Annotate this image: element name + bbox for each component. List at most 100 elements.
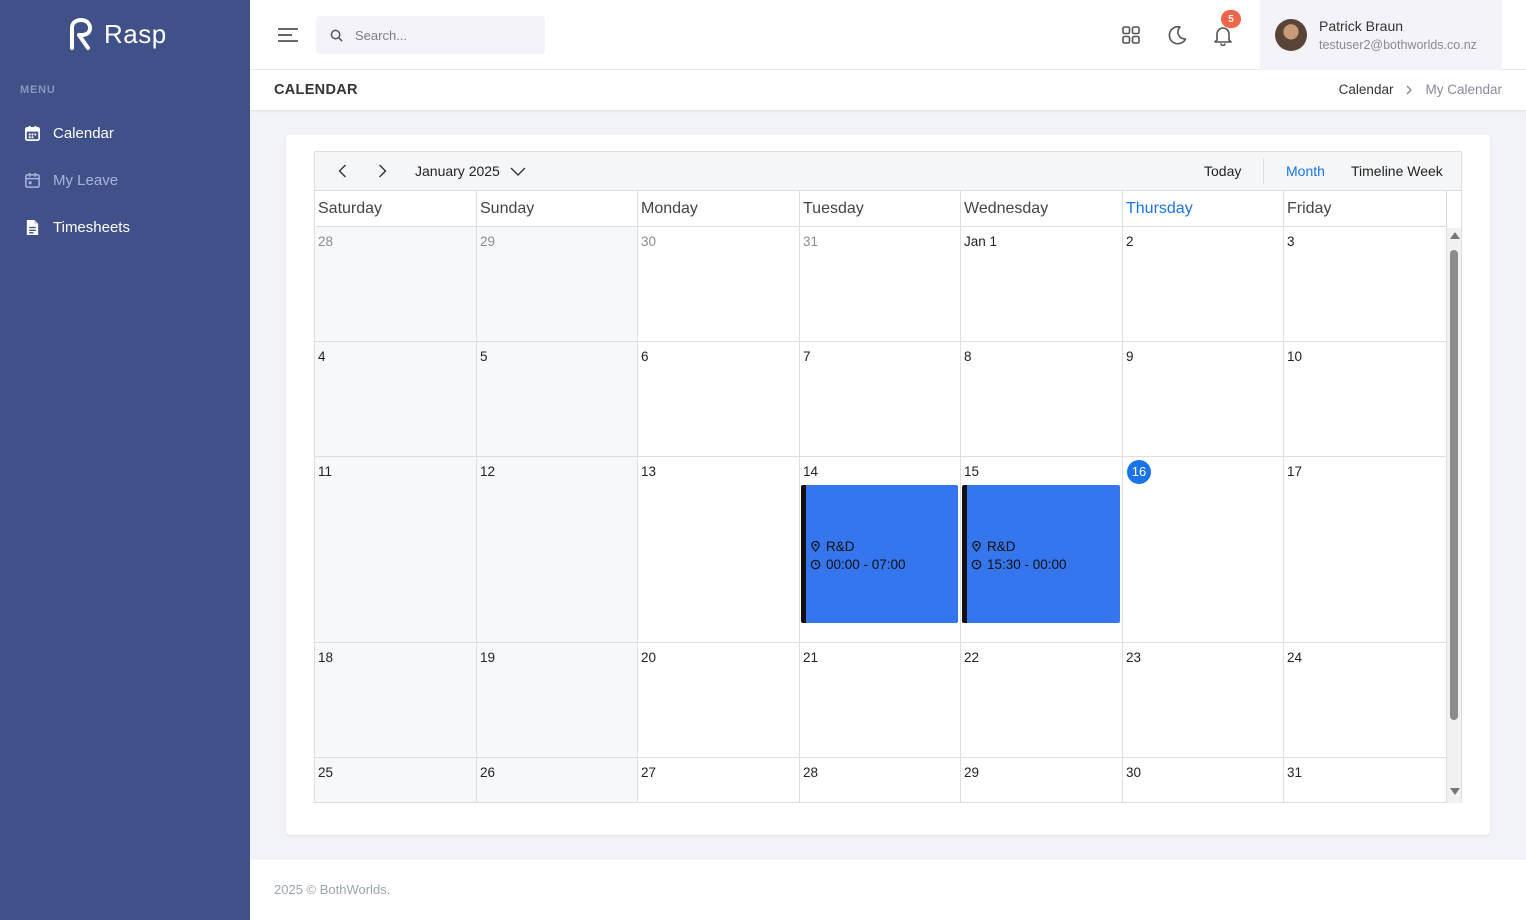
topbar: 5 Patrick Braun testuser2@bothworlds.co.…: [250, 0, 1526, 70]
calendar-toolbar: January 2025 Today Month Timeline Week: [315, 152, 1461, 191]
day-number: 17: [1287, 464, 1303, 479]
sidebar-item-calendar[interactable]: Calendar: [0, 110, 250, 157]
calendar-event[interactable]: R&D 15:30 - 00:00: [962, 485, 1120, 623]
calendar: January 2025 Today Month Timeline Week S…: [314, 151, 1462, 803]
day-cell[interactable]: 18: [315, 643, 477, 758]
calendar-scrollbar[interactable]: [1447, 228, 1461, 803]
day-cell[interactable]: 23: [1123, 643, 1284, 758]
menu-title: MENU: [20, 84, 56, 96]
day-cell[interactable]: 4: [315, 342, 477, 457]
day-number: 18: [318, 650, 334, 665]
clock-icon: [971, 559, 982, 569]
day-cell[interactable]: 24: [1284, 643, 1447, 758]
location-pin-icon: [811, 540, 820, 552]
period-label: January 2025: [415, 163, 500, 179]
day-cell[interactable]: 29: [477, 227, 638, 342]
breadcrumb-current: My Calendar: [1425, 82, 1502, 97]
event-location: R&D: [810, 537, 958, 555]
day-cell[interactable]: 17: [1284, 457, 1447, 643]
weekday-header-saturday: Saturday: [315, 191, 477, 227]
search-box: [316, 16, 545, 54]
day-cell[interactable]: 20: [638, 643, 800, 758]
day-cell[interactable]: 11: [315, 457, 477, 643]
scroll-down-arrow[interactable]: [1450, 788, 1460, 795]
day-cell[interactable]: 19: [477, 643, 638, 758]
clock-icon: [810, 559, 821, 569]
day-cell[interactable]: Jan 1: [961, 227, 1123, 342]
day-cell[interactable]: 28: [800, 758, 961, 803]
moon-icon[interactable]: [1166, 24, 1188, 46]
day-number: 29: [480, 234, 496, 249]
day-cell[interactable]: 22: [961, 643, 1123, 758]
next-month-button[interactable]: [374, 163, 390, 179]
day-cell[interactable]: 21: [800, 643, 961, 758]
day-cell[interactable]: 16: [1123, 457, 1284, 643]
search-input[interactable]: [355, 27, 525, 43]
day-number: 30: [1126, 765, 1142, 780]
day-cell[interactable]: 10: [1284, 342, 1447, 457]
day-number: 14: [803, 464, 819, 479]
today-button[interactable]: Today: [1204, 163, 1241, 179]
weekday-header-tuesday: Tuesday: [800, 191, 961, 227]
day-number: 31: [803, 234, 819, 249]
location-pin-icon: [972, 540, 981, 552]
day-cell[interactable]: 6: [638, 342, 800, 457]
scroll-up-arrow[interactable]: [1450, 232, 1460, 239]
day-cell[interactable]: 31: [1284, 758, 1447, 803]
day-cell[interactable]: 27: [638, 758, 800, 803]
calendar-event[interactable]: R&D 00:00 - 07:00: [801, 485, 958, 623]
day-cell[interactable]: 31: [800, 227, 961, 342]
day-number: 21: [803, 650, 819, 665]
event-location-text: R&D: [826, 538, 855, 554]
sidebar-item-timesheets[interactable]: Timesheets: [0, 204, 250, 251]
day-number: 12: [480, 464, 496, 479]
month-view-button[interactable]: Month: [1286, 163, 1325, 179]
day-cell[interactable]: 3: [1284, 227, 1447, 342]
scroll-thumb[interactable]: [1450, 250, 1458, 720]
event-time-text: 00:00 - 07:00: [826, 556, 906, 572]
previous-month-button[interactable]: [335, 163, 351, 179]
chevron-right-icon: [1407, 85, 1413, 94]
brand-logo[interactable]: Rasp: [68, 18, 167, 50]
day-cell[interactable]: 30: [1123, 758, 1284, 803]
day-cell[interactable]: 29: [961, 758, 1123, 803]
document-icon: [26, 219, 39, 236]
day-number: 7: [803, 349, 811, 364]
day-cell[interactable]: 30: [638, 227, 800, 342]
sidebar: Rasp MENU Calendar My Leave Timesheets: [0, 0, 250, 920]
day-cell[interactable]: 25: [315, 758, 477, 803]
page-title: CALENDAR: [274, 82, 358, 98]
day-cell[interactable]: 13: [638, 457, 800, 643]
day-cell[interactable]: 9: [1123, 342, 1284, 457]
day-number: 31: [1287, 765, 1303, 780]
calendar-icon: [25, 172, 40, 188]
day-cell[interactable]: 12: [477, 457, 638, 643]
day-number: 11: [318, 464, 333, 479]
day-cell[interactable]: 5: [477, 342, 638, 457]
day-number: 2: [1126, 234, 1134, 249]
rasp-logo-icon: [70, 18, 92, 50]
day-number: 3: [1287, 234, 1295, 249]
day-cell[interactable]: 7: [800, 342, 961, 457]
weekday-header-wednesday: Wednesday: [961, 191, 1123, 227]
day-cell[interactable]: 26: [477, 758, 638, 803]
sidebar-item-label: Timesheets: [53, 219, 130, 236]
hamburger-menu-icon[interactable]: [278, 26, 298, 44]
sidebar-item-my-leave[interactable]: My Leave: [0, 157, 250, 204]
day-number: 28: [803, 765, 819, 780]
day-number: 29: [964, 765, 980, 780]
day-number: 28: [318, 234, 334, 249]
day-number: Jan 1: [964, 234, 998, 249]
period-selector[interactable]: January 2025: [415, 163, 526, 179]
notification-badge: 5: [1221, 10, 1241, 28]
apps-grid-icon[interactable]: [1120, 24, 1142, 46]
chevron-down-icon: [510, 167, 526, 176]
day-cell[interactable]: 28: [315, 227, 477, 342]
day-number: 27: [641, 765, 657, 780]
breadcrumb-calendar-link[interactable]: Calendar: [1339, 82, 1394, 97]
day-cell[interactable]: 2: [1123, 227, 1284, 342]
day-cell[interactable]: 8: [961, 342, 1123, 457]
user-menu[interactable]: Patrick Braun testuser2@bothworlds.co.nz: [1260, 0, 1502, 70]
day-number: 19: [480, 650, 496, 665]
timeline-week-view-button[interactable]: Timeline Week: [1351, 163, 1443, 179]
